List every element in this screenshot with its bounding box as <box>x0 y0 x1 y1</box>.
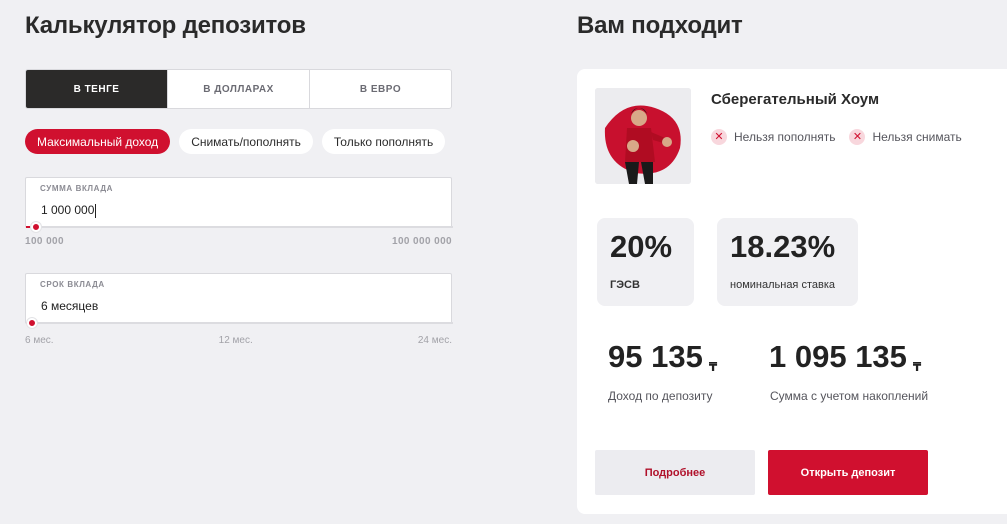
deposit-result-card: Сберегательный Хоум ✕ Нельзя пополнять ✕… <box>577 69 1007 514</box>
open-deposit-button[interactable]: Открыть депозит <box>768 450 928 495</box>
term-slider-thumb[interactable] <box>27 318 37 328</box>
more-button[interactable]: Подробнее <box>595 450 755 495</box>
term-label: СРОК ВКЛАДА <box>40 280 105 289</box>
condition-no-topup: ✕ Нельзя пополнять <box>711 129 835 145</box>
deposit-filters: Максимальный доход Снимать/пополнять Тол… <box>25 129 446 154</box>
product-image <box>595 88 691 184</box>
currency-tabs: В ТЕНГЕ В ДОЛЛАРАХ В ЕВРО <box>25 69 452 109</box>
term-slider[interactable] <box>26 318 453 328</box>
term-tick-12: 12 мес. <box>218 335 253 346</box>
nominal-rate-value: 18.23% <box>730 229 836 264</box>
total-label: Сумма с учетом накоплений <box>770 389 929 403</box>
nominal-rate-label: номинальная ставка <box>730 279 835 291</box>
amount-label: СУММА ВКЛАДА <box>40 184 114 193</box>
tenge-icon: ₸ <box>708 360 718 374</box>
amount-range: 100 000 100 000 000 <box>25 236 452 247</box>
x-icon: ✕ <box>711 129 727 145</box>
amount-min-label: 100 000 <box>25 236 64 247</box>
income-value: 95 135 ₸ <box>608 339 718 374</box>
condition-no-withdraw: ✕ Нельзя снимать <box>849 129 962 145</box>
term-tick-24: 24 мес. <box>417 335 452 346</box>
term-ticks: 6 мес. 12 мес. 24 мес. <box>25 335 452 346</box>
amount-max-label: 100 000 000 <box>391 236 452 247</box>
term-field[interactable]: СРОК ВКЛАДА 6 месяцев <box>25 273 453 328</box>
result-title: Вам подходит <box>577 12 743 39</box>
tab-tenge[interactable]: В ТЕНГЕ <box>26 70 167 108</box>
amount-slider[interactable] <box>26 222 453 232</box>
filter-withdraw-topup[interactable]: Снимать/пополнять <box>179 129 313 154</box>
amount-field[interactable]: СУММА ВКЛАДА 1 000 000 <box>25 177 453 232</box>
gesv-box: 20% ГЭСВ <box>597 218 694 306</box>
gesv-label: ГЭСВ <box>610 279 640 291</box>
nominal-rate-box: 18.23% номинальная ставка <box>717 218 858 306</box>
gesv-value: 20% <box>610 229 673 264</box>
product-name: Сберегательный Хоум <box>711 91 880 108</box>
total-value: 1 095 135 ₸ <box>769 339 922 374</box>
calculator-title: Калькулятор депозитов <box>25 12 306 39</box>
tab-euro[interactable]: В ЕВРО <box>309 70 451 108</box>
x-icon: ✕ <box>849 129 866 145</box>
amount-input[interactable]: 1 000 000 <box>41 203 421 218</box>
income-label: Доход по депозиту <box>608 389 713 403</box>
filter-topup-only[interactable]: Только пополнять <box>321 129 446 154</box>
amount-slider-thumb[interactable] <box>30 222 41 232</box>
term-tick-6: 6 мес. <box>25 335 54 346</box>
tenge-icon: ₸ <box>912 360 922 374</box>
product-conditions: ✕ Нельзя пополнять ✕ Нельзя снимать <box>711 129 962 145</box>
condition-label: Нельзя пополнять <box>734 130 836 144</box>
condition-label: Нельзя снимать <box>872 130 962 144</box>
tab-dollars[interactable]: В ДОЛЛАРАХ <box>167 70 309 108</box>
term-input[interactable]: 6 месяцев <box>41 299 421 313</box>
filter-max-income[interactable]: Максимальный доход <box>25 129 171 154</box>
